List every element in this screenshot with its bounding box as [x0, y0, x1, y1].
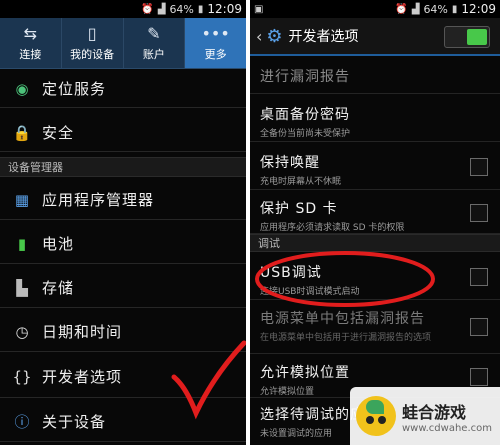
toggle-knob: [467, 29, 487, 45]
option-backup-password[interactable]: 桌面备份密码 全备份当前尚未受保护: [250, 96, 500, 142]
device-icon: ▯: [87, 24, 97, 43]
info-icon: ⓘ: [14, 413, 30, 431]
option-title: 电源菜单中包括漏洞报告: [260, 311, 425, 327]
menu-item-battery[interactable]: ▮ 电池: [0, 224, 246, 264]
tab-label: 连接: [19, 48, 42, 61]
menu-item-location[interactable]: ◉ 定位服务: [0, 70, 246, 108]
clock: 12:09: [461, 2, 496, 16]
menu-label: 定位服务: [42, 80, 107, 98]
menu-label: 开发者选项: [42, 368, 123, 386]
option-title: 允许模拟位置: [260, 365, 350, 381]
option-bug-report[interactable]: 进行漏洞报告: [250, 56, 500, 94]
alarm-icon: ⏰: [395, 3, 408, 15]
settings-tabs: ⇆ 连接 ▯ 我的设备 ✎ 账户 ••• 更多: [0, 18, 246, 69]
status-bar: ⏰ ▟ 64% ▮ 12:09: [0, 0, 246, 18]
page-title: 开发者选项: [288, 29, 359, 45]
option-protect-sd[interactable]: 保护 SD 卡 应用程序必须请求读取 SD 卡的权限: [250, 192, 500, 234]
menu-item-storage[interactable]: ▙ 存储: [0, 268, 246, 308]
watermark-url: www.cdwahe.com: [402, 422, 492, 434]
lock-icon: 🔒: [12, 123, 32, 142]
menu-label: 日期和时间: [42, 323, 123, 341]
option-subtitle: 在电源菜单中包括用于进行漏洞报告的选项: [260, 333, 432, 343]
back-chevron-icon[interactable]: ‹: [256, 27, 262, 46]
tab-accounts[interactable]: ✎ 账户: [124, 18, 186, 68]
option-title: 保护 SD 卡: [260, 201, 338, 217]
battery-level: 64%: [423, 2, 448, 16]
battery-level: 64%: [169, 2, 194, 16]
key-icon: ✎: [147, 24, 161, 43]
braces-icon: {}: [12, 367, 32, 386]
alarm-icon: ⏰: [141, 3, 154, 15]
menu-label: 安全: [42, 124, 75, 142]
option-title: 进行漏洞报告: [260, 69, 350, 85]
menu-label: 存储: [42, 279, 75, 297]
app-header: ‹ ⚙ 开发者选项: [250, 18, 500, 56]
battery-icon: ▮: [17, 234, 27, 253]
settings-panel-left: ⏰ ▟ 64% ▮ 12:09 ⇆ 连接 ▯ 我的设备 ✎ 账户 ••• 更多 …: [0, 0, 246, 445]
menu-label: 电池: [42, 235, 75, 253]
tab-label: 账户: [142, 48, 165, 61]
option-title: 桌面备份密码: [260, 107, 350, 123]
tab-my-device[interactable]: ▯ 我的设备: [62, 18, 124, 68]
menu-label: 应用程序管理器: [42, 191, 155, 209]
image-icon: ▣: [254, 3, 264, 15]
menu-item-security[interactable]: 🔒 安全: [0, 114, 246, 152]
sd-card-icon: ▙: [16, 278, 28, 297]
status-bar: ▣ ⏰ ▟ 64% ▮ 12:09: [250, 0, 500, 18]
battery-icon: ▮: [197, 3, 204, 15]
signal-icon: ▟: [411, 3, 420, 15]
tab-label: 更多: [204, 48, 227, 61]
usb-highlight-annotation: [255, 251, 435, 307]
section-header: 设备管理器: [0, 157, 246, 177]
watermark: 蛙合游戏 www.cdwahe.com: [350, 387, 500, 445]
battery-icon: ▮: [451, 3, 458, 15]
checkmark-annotation: [171, 340, 246, 420]
developer-options-toggle[interactable]: [444, 26, 490, 48]
protect-sd-checkbox[interactable]: [470, 204, 488, 222]
option-title: 保持唤醒: [260, 155, 320, 171]
grid-icon: ▦: [14, 190, 30, 209]
more-icon: •••: [201, 24, 230, 43]
gear-icon: ⚙: [266, 25, 283, 47]
menu-item-app-manager[interactable]: ▦ 应用程序管理器: [0, 180, 246, 220]
option-subtitle: 全备份当前尚未受保护: [260, 129, 351, 139]
stay-awake-checkbox[interactable]: [470, 158, 488, 176]
clock-icon: ◷: [15, 322, 29, 341]
frog-logo-icon: [356, 396, 396, 436]
option-subtitle: 应用程序必须请求读取 SD 卡的权限: [260, 223, 405, 233]
tab-label: 我的设备: [70, 48, 115, 61]
watermark-title: 蛙合游戏: [402, 402, 467, 422]
developer-options-panel: ▣ ⏰ ▟ 64% ▮ 12:09 ‹ ⚙ 开发者选项 进行漏洞报告 桌面备份密…: [250, 0, 500, 445]
menu-label: 关于设备: [42, 413, 107, 431]
signal-icon: ▟: [157, 3, 166, 15]
wifi-connect-icon: ⇆: [23, 24, 38, 43]
power-menu-checkbox[interactable]: [470, 318, 488, 336]
location-icon: ◉: [15, 79, 29, 98]
option-stay-awake[interactable]: 保持唤醒 充电时屏幕从不休眠: [250, 144, 500, 190]
tab-connections[interactable]: ⇆ 连接: [0, 18, 62, 68]
option-subtitle: 充电时屏幕从不休眠: [260, 177, 342, 187]
mock-locations-checkbox[interactable]: [470, 368, 488, 386]
clock: 12:09: [207, 2, 242, 16]
tab-more[interactable]: ••• 更多: [185, 18, 246, 68]
